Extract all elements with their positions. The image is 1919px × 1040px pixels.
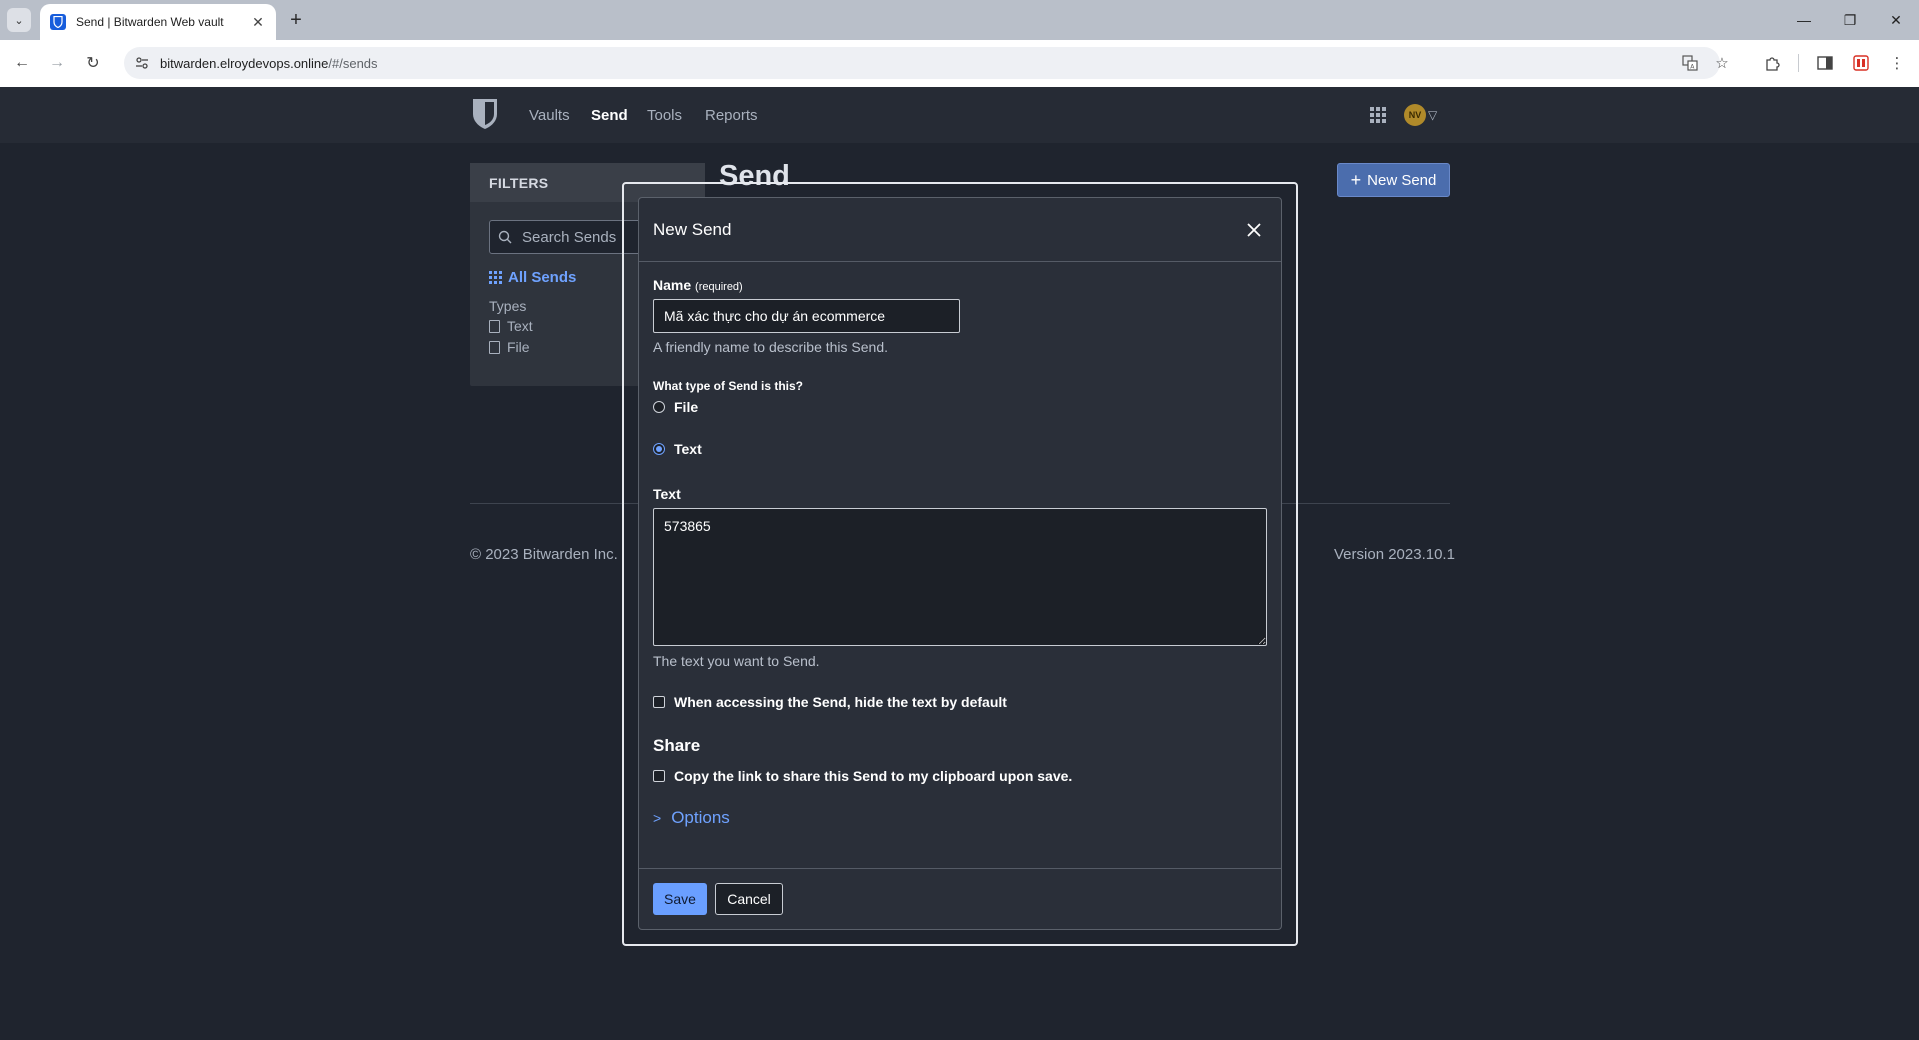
- name-required-text: (required): [695, 281, 743, 293]
- type-text-radio[interactable]: Text: [653, 441, 702, 457]
- copy-link-checkbox-row[interactable]: Copy the link to share this Send to my c…: [653, 768, 1072, 784]
- type-file-label: File: [674, 399, 699, 415]
- footer-copyright: © 2023 Bitwarden Inc.: [470, 546, 618, 563]
- new-send-dialog: New Send Name (required) A friendly name…: [638, 197, 1282, 930]
- hide-text-checkbox-row[interactable]: When accessing the Send, hide the text b…: [653, 694, 1007, 710]
- new-tab-button[interactable]: +: [284, 8, 308, 32]
- options-label: Options: [671, 808, 730, 827]
- type-file-radio[interactable]: File: [653, 399, 698, 415]
- nav-tools-link[interactable]: Tools: [647, 107, 682, 124]
- hide-text-label: When accessing the Send, hide the text b…: [674, 694, 1007, 710]
- forward-icon[interactable]: →: [43, 49, 71, 77]
- browser-menu-icon[interactable]: ⋮: [1884, 50, 1910, 76]
- back-icon[interactable]: ←: [8, 49, 36, 77]
- filter-type-file-label: File: [507, 339, 530, 355]
- filter-types-heading: Types: [489, 298, 527, 314]
- hide-text-checkbox[interactable]: [653, 696, 665, 708]
- minimize-icon[interactable]: —: [1781, 0, 1827, 40]
- filter-all-sends[interactable]: All Sends: [489, 269, 576, 286]
- browser-tab-bar: ⌄ Send | Bitwarden Web vault ✕ + — ❐ ✕: [0, 0, 1919, 40]
- filter-type-text[interactable]: Text: [489, 318, 533, 334]
- file-doc-icon: [489, 340, 500, 354]
- nav-reports-link[interactable]: Reports: [705, 107, 758, 124]
- share-heading: Share: [653, 736, 701, 755]
- browser-tab[interactable]: Send | Bitwarden Web vault ✕: [40, 4, 276, 40]
- extensions-icon[interactable]: [1760, 50, 1786, 76]
- tab-title: Send | Bitwarden Web vault: [76, 15, 224, 29]
- restore-icon[interactable]: ❐: [1827, 0, 1873, 40]
- toolbar-separator: [1798, 54, 1799, 72]
- url-host: bitwarden.elroydevops.online: [160, 55, 329, 71]
- nav-send-link[interactable]: Send: [591, 107, 628, 124]
- text-label: Text: [653, 486, 681, 502]
- bookmark-star-icon[interactable]: ☆: [1710, 51, 1734, 75]
- product-switcher-icon[interactable]: [1370, 107, 1386, 123]
- reload-icon[interactable]: ↻: [79, 49, 107, 77]
- nav-vaults-link[interactable]: Vaults: [529, 107, 570, 124]
- translate-icon[interactable]: A: [1678, 51, 1702, 75]
- filter-all-sends-label: All Sends: [508, 269, 577, 286]
- text-content-field[interactable]: 573865: [653, 508, 1267, 646]
- bitwarden-logo-icon[interactable]: [472, 98, 498, 130]
- bitwarden-favicon-icon: [50, 14, 66, 30]
- chevron-right-icon: >: [653, 810, 662, 826]
- side-panel-icon[interactable]: [1812, 50, 1838, 76]
- name-label-text: Name: [653, 277, 692, 293]
- radio-text-selected[interactable]: [653, 443, 665, 455]
- save-button[interactable]: Save: [653, 883, 707, 915]
- options-toggle[interactable]: > Options: [653, 808, 730, 828]
- url-path: /#/sends: [328, 55, 378, 71]
- dialog-footer: Save Cancel: [639, 868, 1281, 930]
- window-close-icon[interactable]: ✕: [1873, 0, 1919, 40]
- footer-version: Version 2023.10.1: [1334, 546, 1455, 563]
- search-icon: [498, 230, 512, 244]
- name-label: Name (required): [653, 277, 743, 293]
- tab-close-icon[interactable]: ✕: [250, 14, 266, 31]
- name-hint: A friendly name to describe this Send.: [653, 339, 889, 355]
- app-nav-bar: [0, 87, 1919, 143]
- type-text-label: Text: [674, 441, 702, 457]
- tab-list-button[interactable]: ⌄: [7, 8, 31, 32]
- name-field[interactable]: [653, 299, 960, 333]
- copy-link-label: Copy the link to share this Send to my c…: [674, 768, 1073, 784]
- address-bar[interactable]: bitwarden.elroydevops.online/#/sends: [124, 47, 1720, 79]
- text-hint: The text you want to Send.: [653, 653, 820, 669]
- avatar[interactable]: NV: [1404, 104, 1426, 126]
- plus-icon: +: [1350, 169, 1362, 190]
- filter-type-file[interactable]: File: [489, 339, 530, 355]
- text-doc-icon: [489, 319, 500, 333]
- cancel-button[interactable]: Cancel: [715, 883, 783, 915]
- radio-file[interactable]: [653, 401, 665, 413]
- new-send-label: New Send: [1367, 171, 1437, 189]
- grid-icon: [489, 271, 502, 284]
- site-settings-icon[interactable]: [134, 55, 150, 71]
- type-question: What type of Send is this?: [653, 379, 804, 393]
- account-caret-icon[interactable]: ▽: [1428, 108, 1437, 122]
- dialog-title: New Send: [639, 198, 1281, 262]
- new-send-button[interactable]: + New Send: [1337, 163, 1450, 197]
- copy-link-checkbox[interactable]: [653, 770, 665, 782]
- url-text: bitwarden.elroydevops.online/#/sends: [160, 56, 378, 71]
- extension-red-icon[interactable]: [1848, 50, 1874, 76]
- filter-type-text-label: Text: [507, 318, 533, 334]
- close-icon[interactable]: [1242, 218, 1266, 242]
